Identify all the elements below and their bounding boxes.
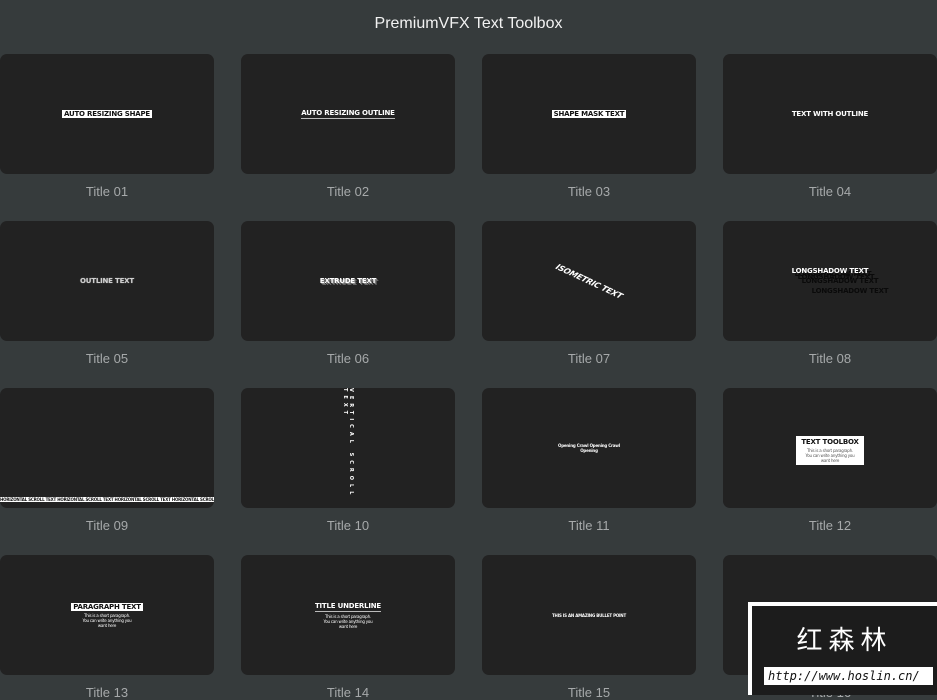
window-title: PremiumVFX Text Toolbox xyxy=(374,15,563,32)
preview: LONGSHADOW TEXT xyxy=(723,221,937,341)
title-label[interactable]: Title 12 xyxy=(723,518,937,533)
preview-text: THIS IS AN AMAZING BULLET POINT xyxy=(552,613,626,618)
preview: TEXT TOOLBOX This is a short paragraph. Y… xyxy=(723,388,937,508)
title-label[interactable]: Title 15 xyxy=(482,685,696,700)
preview-text: PARAGRAPH TEXT xyxy=(71,602,143,611)
preview: PARAGRAPH TEXT This is a short paragraph.… xyxy=(0,555,214,675)
preview-text: SHAPE MASK TEXT xyxy=(551,110,627,118)
title-label[interactable]: Title 04 xyxy=(723,184,937,199)
title-thumbnail[interactable]: THIS IS AN AMAZING BULLET POINT xyxy=(482,555,696,675)
preview-paragraph: This is a short paragraph. You can write… xyxy=(323,613,373,629)
preview-text: TEXT TOOLBOX xyxy=(799,438,861,446)
preview: ISOMETRIC TEXT xyxy=(482,221,696,341)
preview-text: TEXT WITH OUTLINE xyxy=(791,110,869,118)
preview: SHAPE MASK TEXT xyxy=(482,54,696,174)
watermark-stamp: 红森林 http://www.hoslin.cn/ xyxy=(748,602,937,695)
title-thumbnail[interactable]: TEXT WITH OUTLINE xyxy=(723,54,937,174)
title-thumbnail[interactable]: EXTRUDE TEXT xyxy=(241,221,455,341)
title-label[interactable]: Title 05 xyxy=(0,351,214,366)
preview: Opening Crawl Opening Crawl Opening xyxy=(482,388,696,508)
title-thumbnail[interactable]: TEXT TOOLBOX This is a short paragraph. Y… xyxy=(723,388,937,508)
title-thumbnail[interactable]: AUTO RESIZING OUTLINE xyxy=(241,54,455,174)
preview: HORIZONTAL SCROLL TEXT HORIZONTAL SCROLL… xyxy=(0,388,214,508)
title-label[interactable]: Title 08 xyxy=(723,351,937,366)
title-label[interactable]: Title 02 xyxy=(241,184,455,199)
preview-text: Opening Crawl Opening Crawl Opening xyxy=(558,443,620,453)
preview-text: AUTO RESIZING SHAPE xyxy=(61,110,153,118)
title-label[interactable]: Title 11 xyxy=(482,518,696,533)
title-label[interactable]: Title 03 xyxy=(482,184,696,199)
title-label[interactable]: Title 09 xyxy=(0,518,214,533)
preview-text: EXTRUDE TEXT xyxy=(319,277,377,285)
watermark-url: http://www.hoslin.cn/ xyxy=(764,667,933,685)
title-label[interactable]: Title 06 xyxy=(241,351,455,366)
preview: AUTO RESIZING OUTLINE xyxy=(241,54,455,174)
title-thumbnail[interactable]: AUTO RESIZING SHAPE xyxy=(0,54,214,174)
title-thumbnail[interactable]: OUTLINE TEXT xyxy=(0,221,214,341)
preview: VERTICAL SCROLL TEXT xyxy=(241,388,455,508)
preview-text: AUTO RESIZING OUTLINE xyxy=(301,109,395,119)
title-thumbnail[interactable]: ISOMETRIC TEXT xyxy=(482,221,696,341)
title-thumbnail[interactable]: HORIZONTAL SCROLL TEXT HORIZONTAL SCROLL… xyxy=(0,388,214,508)
preview: AUTO RESIZING SHAPE xyxy=(0,54,214,174)
preview-text: HORIZONTAL SCROLL TEXT HORIZONTAL SCROLL… xyxy=(0,497,214,502)
preview-text: OUTLINE TEXT xyxy=(80,277,134,285)
preview-text: VERTICAL SCROLL TEXT xyxy=(342,388,354,499)
title-thumbnail[interactable]: Opening Crawl Opening Crawl Opening xyxy=(482,388,696,508)
preview-text: TITLE UNDERLINE xyxy=(314,601,382,612)
preview: TEXT WITH OUTLINE xyxy=(723,54,937,174)
title-thumbnail[interactable]: SHAPE MASK TEXT xyxy=(482,54,696,174)
preview: THIS IS AN AMAZING BULLET POINT xyxy=(482,555,696,675)
preview-text: ISOMETRIC TEXT xyxy=(553,262,625,300)
title-thumbnail[interactable]: PARAGRAPH TEXT This is a short paragraph.… xyxy=(0,555,214,675)
title-thumbnail[interactable]: TITLE UNDERLINE This is a short paragraph… xyxy=(241,555,455,675)
title-label[interactable]: Title 14 xyxy=(241,685,455,700)
preview: EXTRUDE TEXT xyxy=(241,221,455,341)
preview-paragraph: This is a short paragraph. You can write… xyxy=(82,612,132,628)
title-label[interactable]: Title 10 xyxy=(241,518,455,533)
title-thumbnail[interactable]: VERTICAL SCROLL TEXT xyxy=(241,388,455,508)
preview-paragraph: This is a short paragraph. You can write… xyxy=(805,448,855,463)
title-label[interactable]: Title 13 xyxy=(0,685,214,700)
preview: TITLE UNDERLINE This is a short paragraph… xyxy=(241,555,455,675)
title-label[interactable]: Title 07 xyxy=(482,351,696,366)
watermark-name: 红森林 xyxy=(796,625,893,655)
preview-text: LONGSHADOW TEXT xyxy=(791,267,869,275)
preview: OUTLINE TEXT xyxy=(0,221,214,341)
title-thumbnail[interactable]: LONGSHADOW TEXT xyxy=(723,221,937,341)
title-label[interactable]: Title 01 xyxy=(0,184,214,199)
